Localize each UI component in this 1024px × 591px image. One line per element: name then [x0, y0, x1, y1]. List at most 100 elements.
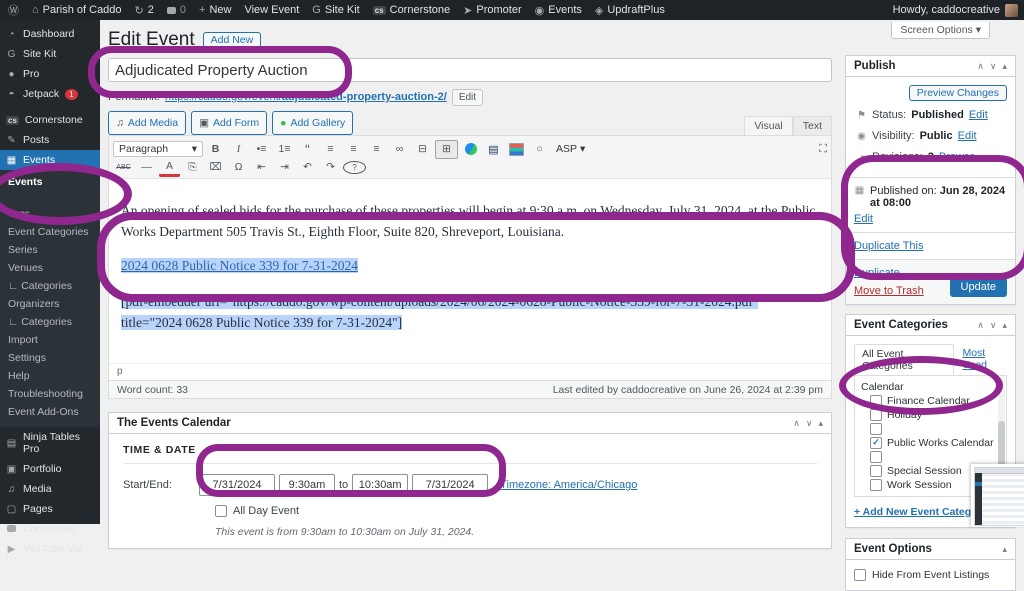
timezone-link[interactable]: Timezone: America/Chicago: [500, 479, 637, 491]
start-date-input[interactable]: [199, 474, 275, 496]
align-center-button[interactable]: ≡: [343, 141, 364, 158]
visual-tab[interactable]: Visual: [744, 116, 792, 135]
floating-preview-thumbnail[interactable]: [971, 464, 1024, 527]
submenu-item-help[interactable]: Help: [0, 367, 100, 385]
tablepress-icon[interactable]: [506, 141, 527, 158]
end-time-input[interactable]: [352, 474, 408, 496]
category-item-holiday[interactable]: Holiday: [870, 408, 1000, 422]
submenu-item-venue-categories[interactable]: ∟ Categories: [0, 277, 100, 295]
toggle-panel-icon[interactable]: ▴: [818, 418, 823, 429]
sidebar-item-portfolio[interactable]: ▣Portfolio: [0, 459, 100, 479]
submenu-item-import[interactable]: Import: [0, 331, 100, 349]
avatar[interactable]: [1005, 4, 1018, 17]
toggle-panel-icon[interactable]: ▴: [1002, 320, 1007, 331]
cornerstone-menu[interactable]: csCornerstone: [373, 4, 450, 16]
category-item-hidden-2[interactable]: [870, 450, 1000, 464]
strikethrough-button[interactable]: ABC: [113, 159, 134, 176]
read-more-button[interactable]: ⊟: [412, 141, 433, 158]
start-time-input[interactable]: [279, 474, 335, 496]
comments-menu[interactable]: 0: [167, 4, 186, 16]
submenu-item-event-categories[interactable]: Event Categories: [0, 223, 100, 241]
site-kit-menu[interactable]: GSite Kit: [312, 4, 359, 16]
permalink-edit-button[interactable]: Edit: [452, 89, 483, 106]
text-tab[interactable]: Text: [793, 116, 832, 135]
add-gallery-button[interactable]: ●Add Gallery: [272, 111, 353, 135]
special-character-button[interactable]: Ω: [228, 159, 249, 176]
sidebar-item-media[interactable]: ♫Media: [0, 479, 100, 499]
edit-published-date-link[interactable]: Edit: [854, 213, 873, 225]
wordpress-logo-icon[interactable]: Ⓦ: [8, 2, 19, 18]
promoter-menu[interactable]: ➤Promoter: [463, 4, 521, 17]
toggle-panel-icon[interactable]: ▴: [1002, 61, 1007, 72]
help-button[interactable]: ?: [343, 161, 366, 174]
move-to-trash-link[interactable]: Move to Trash: [854, 285, 924, 297]
checkbox[interactable]: [870, 409, 882, 421]
move-down-icon[interactable]: ∨: [990, 320, 997, 331]
toggle-panel-icon[interactable]: ▴: [1002, 544, 1007, 555]
asp-dropdown[interactable]: ASP▾: [556, 143, 585, 155]
italic-button[interactable]: I: [228, 141, 249, 158]
text-color-button[interactable]: A: [159, 157, 180, 177]
sidebar-item-ninja-tables[interactable]: ▤Ninja Tables Pro: [0, 427, 100, 459]
preview-changes-button[interactable]: Preview Changes: [909, 85, 1007, 101]
paste-as-text-button[interactable]: ⎘: [182, 159, 203, 176]
blockquote-button[interactable]: “: [297, 141, 318, 158]
checkbox[interactable]: [870, 395, 882, 407]
move-up-icon[interactable]: ∧: [793, 418, 800, 429]
submenu-item-series[interactable]: Series: [0, 241, 100, 259]
add-form-button[interactable]: ▣Add Form: [191, 111, 267, 135]
shape-icon[interactable]: ○: [529, 141, 550, 158]
submenu-item-tags[interactable]: Tags: [0, 205, 100, 223]
move-down-icon[interactable]: ∨: [990, 61, 997, 72]
update-button[interactable]: Update: [950, 277, 1007, 297]
paragraph-format-select[interactable]: Paragraph▾: [113, 141, 203, 157]
submenu-item-venues[interactable]: Venues: [0, 259, 100, 277]
fullscreen-icon[interactable]: ⛶: [819, 143, 827, 156]
public-notice-link[interactable]: 2024 0628 Public Notice 339 for 7-31-202…: [121, 258, 358, 273]
edit-visibility-link[interactable]: Edit: [958, 130, 977, 142]
permalink-link[interactable]: https://caddo.gov/event/adjudicated-prop…: [165, 91, 447, 103]
category-item-calendar[interactable]: Calendar: [861, 380, 1000, 394]
sidebar-item-comments[interactable]: Comments: [0, 519, 100, 539]
sidebar-item-youtube[interactable]: ▶YouTube Vid: [0, 539, 100, 559]
horizontal-rule-button[interactable]: —: [136, 159, 157, 176]
move-down-icon[interactable]: ∨: [806, 418, 813, 429]
edit-status-link[interactable]: Edit: [969, 109, 988, 121]
submenu-item-event-add-ons[interactable]: Event Add-Ons: [0, 403, 100, 421]
add-media-button[interactable]: ♫Add Media: [108, 111, 186, 135]
new-menu[interactable]: +New: [199, 4, 231, 16]
editor-content-area[interactable]: An opening of sealed bids for the purcha…: [109, 179, 831, 363]
events-menu[interactable]: ◉Events: [535, 4, 582, 17]
checkbox[interactable]: [870, 479, 882, 491]
add-new-event-category-link[interactable]: + Add New Event Category: [854, 506, 988, 518]
sidebar-item-dashboard[interactable]: ◔Dashboard: [0, 24, 100, 44]
tab-most-used[interactable]: Most Used: [962, 347, 1007, 375]
end-date-input[interactable]: [412, 474, 488, 496]
checkbox[interactable]: [870, 465, 882, 477]
view-event-link[interactable]: View Event: [244, 4, 299, 16]
tab-all-event-categories[interactable]: All Event Categories: [854, 344, 954, 376]
category-item-finance-calendar[interactable]: Finance Calendar: [870, 394, 1000, 408]
sidebar-item-pro[interactable]: ●Pro: [0, 64, 100, 84]
all-day-checkbox[interactable]: [215, 505, 227, 517]
sidebar-item-jetpack[interactable]: ◓Jetpack1: [0, 84, 100, 104]
forminator-icon[interactable]: [460, 141, 481, 158]
sidebar-item-events[interactable]: ▦Events: [0, 150, 100, 170]
sidebar-item-site-kit[interactable]: GSite Kit: [0, 44, 100, 64]
site-name-menu[interactable]: ⌂Parish of Caddo: [32, 4, 122, 16]
move-up-icon[interactable]: ∧: [977, 320, 984, 331]
sidebar-item-pages[interactable]: ▢Pages: [0, 499, 100, 519]
sidebar-item-cornerstone[interactable]: csCornerstone: [0, 110, 100, 130]
clear-formatting-button[interactable]: ⌧: [205, 159, 226, 176]
event-title-input[interactable]: [108, 58, 832, 82]
submenu-item-troubleshooting[interactable]: Troubleshooting: [0, 385, 100, 403]
submenu-item-organizer-categories[interactable]: ∟ Categories: [0, 313, 100, 331]
category-item-public-works-calendar[interactable]: Public Works Calendar: [870, 436, 1000, 450]
checkbox[interactable]: [870, 423, 882, 435]
increase-indent-button[interactable]: ⇥: [274, 159, 295, 176]
howdy-account-menu[interactable]: Howdy, caddocreative: [893, 4, 1000, 16]
add-new-button[interactable]: Add New: [203, 32, 262, 48]
checkbox-checked[interactable]: [870, 437, 882, 449]
layers-icon[interactable]: ▤: [483, 141, 504, 158]
submenu-item-settings[interactable]: Settings: [0, 349, 100, 367]
